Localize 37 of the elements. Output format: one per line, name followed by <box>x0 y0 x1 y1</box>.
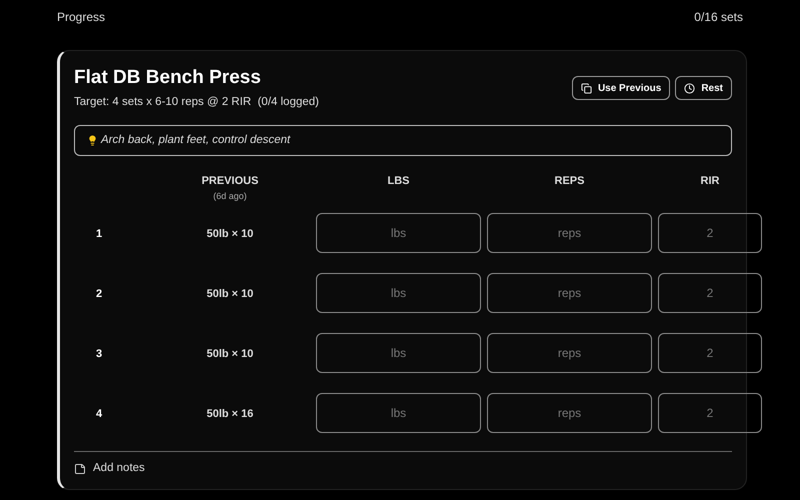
reps-header: REPS <box>554 175 584 188</box>
lbs-input[interactable]: lbs <box>316 333 481 374</box>
clock-icon <box>684 82 696 94</box>
rir-input[interactable]: 2 <box>658 273 762 314</box>
previous-value: 50lb × 16 <box>206 408 254 420</box>
lightbulb-icon <box>87 135 98 146</box>
rir-input[interactable]: 2 <box>658 333 762 374</box>
reps-input[interactable]: reps <box>487 333 652 374</box>
progress-label: Progress <box>57 9 106 26</box>
rir-input[interactable]: 2 <box>658 393 762 434</box>
copy-icon <box>580 82 592 94</box>
previous-value: 50lb × 10 <box>206 228 254 240</box>
set-number: 4 <box>96 408 102 420</box>
previous-subheader: (6d ago) <box>213 190 247 203</box>
lbs-input[interactable]: lbs <box>316 393 481 434</box>
use-previous-button[interactable]: Use Previous <box>572 76 670 100</box>
set-number: 3 <box>96 348 102 360</box>
note-icon <box>74 462 86 475</box>
rir-header: RIR <box>700 175 720 188</box>
previous-value: 50lb × 10 <box>206 348 254 360</box>
rir-input[interactable]: 2 <box>658 213 762 254</box>
target-text: Target: 4 sets x 6-10 reps @ 2 RIR (0/4 logged) <box>74 95 319 110</box>
set-number: 2 <box>96 288 102 300</box>
reps-input[interactable]: reps <box>487 393 652 434</box>
add-notes-link[interactable]: Add notes <box>93 460 145 478</box>
exercise-title: Flat DB Bench Press <box>74 66 262 90</box>
tip-text: Arch back, plant feet, control descent <box>101 133 290 148</box>
previous-value: 50lb × 10 <box>206 288 254 300</box>
set-number: 1 <box>96 228 102 240</box>
lbs-input[interactable]: lbs <box>316 213 481 254</box>
rest-button[interactable]: Rest <box>675 76 732 100</box>
reps-input[interactable]: reps <box>487 213 652 254</box>
progress-count: 0/16 sets <box>694 9 743 26</box>
previous-header: PREVIOUS <box>202 174 258 190</box>
lbs-input[interactable]: lbs <box>316 273 481 314</box>
lbs-header: LBS <box>388 175 410 188</box>
reps-input[interactable]: reps <box>487 273 652 314</box>
